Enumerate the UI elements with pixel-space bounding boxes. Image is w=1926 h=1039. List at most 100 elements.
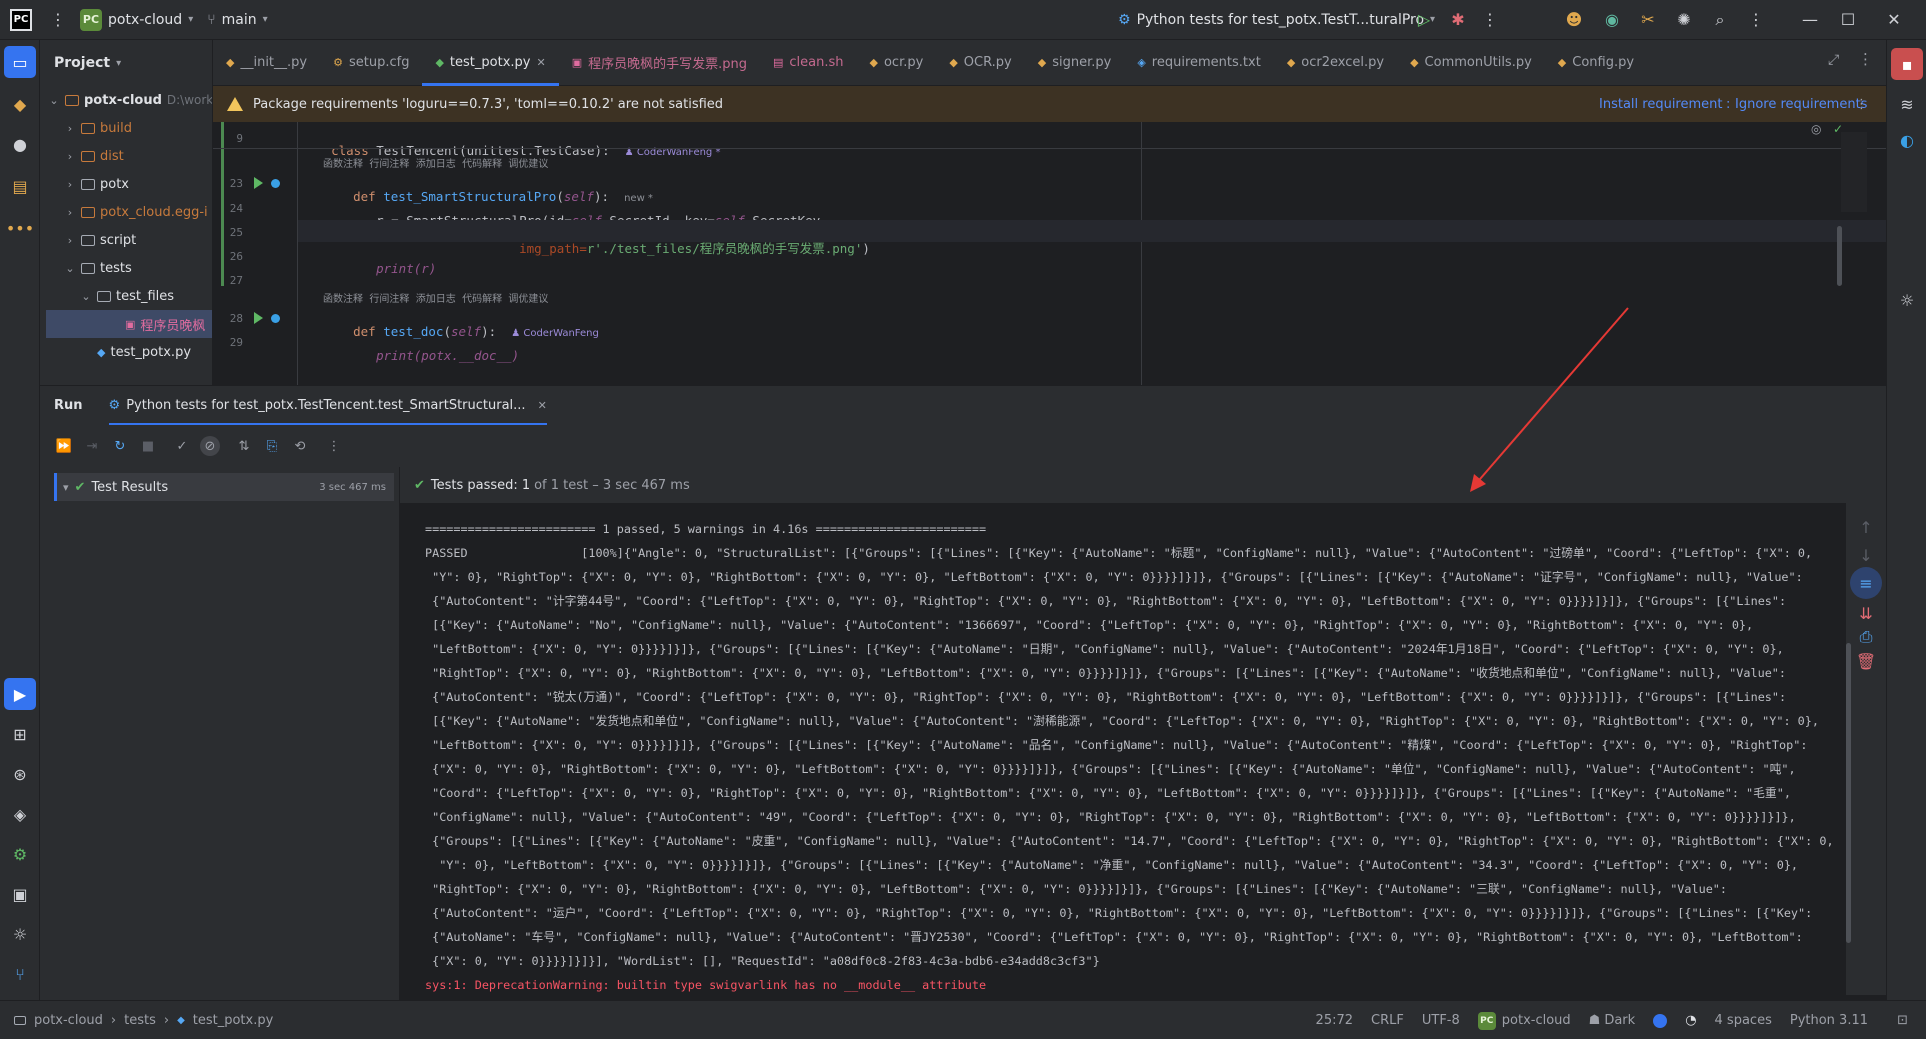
python-console-icon[interactable]: ⊛ <box>4 758 36 790</box>
test-results-row[interactable]: ▾ ✔ Test Results 3 sec 467 ms <box>54 473 394 501</box>
console-output[interactable]: ======================== 1 passed, 5 war… <box>400 503 1846 995</box>
import-tests-icon[interactable]: ⎘ <box>262 436 282 456</box>
line-separator[interactable]: CRLF <box>1371 1013 1404 1028</box>
file-encoding[interactable]: UTF-8 <box>1422 1013 1460 1028</box>
code-editor[interactable]: 9 23 24 25 26 27 28 29 ✹ class TestTence… <box>213 122 1886 385</box>
editor-tab[interactable]: ▣ 程序员晚枫的手写发票.png <box>559 40 760 86</box>
commit-icon[interactable]: ◆ <box>4 88 36 120</box>
project-tool-icon[interactable]: ▭ <box>4 46 36 78</box>
rerun-all-icon[interactable]: ⏩ <box>54 436 74 456</box>
python-version[interactable]: Python 3.11 <box>1790 1013 1868 1028</box>
run-tool-icon[interactable]: ▶ <box>4 678 36 710</box>
project-tree-item[interactable]: ⌄ tests <box>64 254 131 282</box>
breadcrumb-item[interactable]: potx-cloud <box>34 1013 103 1028</box>
sort-icon[interactable]: ⇅ <box>234 436 254 456</box>
indent-setting[interactable]: 4 spaces <box>1715 1013 1772 1028</box>
debug-icon[interactable]: ✱ <box>1444 6 1472 34</box>
ai-assistant-icon[interactable]: ◉ <box>1598 6 1626 34</box>
ai-hints[interactable]: 函数注释 行间注释 添加日志 代码解释 调优建议 <box>323 290 548 305</box>
chevron-right-icon[interactable]: › <box>64 234 76 247</box>
project-tree-item[interactable]: › build <box>64 114 132 142</box>
breadcrumb-item[interactable]: test_potx.py <box>193 1013 274 1028</box>
problems-icon[interactable]: ☼ <box>4 918 36 950</box>
git-icon[interactable]: ⑂ <box>4 958 36 990</box>
project-panel-header[interactable]: Project ▾ <box>40 40 212 86</box>
editor-tab[interactable]: ◆ ocr2excel.py <box>1274 40 1397 86</box>
project-tree-item[interactable]: ◆ test_potx.py <box>80 338 191 366</box>
terminal-icon[interactable]: ▣ <box>4 878 36 910</box>
clear-console-icon[interactable]: 🗑 <box>1850 645 1882 677</box>
close-icon[interactable]: ✕ <box>1880 6 1908 34</box>
code-with-me-icon[interactable]: ☻ <box>1560 6 1588 34</box>
editor-tab[interactable]: ◆ signer.py <box>1025 40 1125 86</box>
plugin-icon[interactable]: ✺ <box>1670 6 1698 34</box>
editor-tab[interactable]: ▤ clean.sh <box>760 40 857 86</box>
ai-hints[interactable]: 函数注释 行间注释 添加日志 代码解释 调优建议 <box>323 155 548 170</box>
project-tree-item[interactable]: ⌄ potx-cloud D:\work <box>48 86 212 114</box>
structure-icon[interactable]: ▤ <box>4 170 36 202</box>
chevron-right-icon[interactable]: › <box>64 122 76 135</box>
soft-wrap-icon[interactable]: ≡ <box>1850 567 1882 599</box>
more-actions-icon[interactable]: ⋮ <box>1476 6 1504 34</box>
database-icon[interactable]: ≋ <box>1891 88 1923 120</box>
more-tools-icon[interactable]: ••• <box>4 212 36 244</box>
readonly-eye-icon[interactable]: ◎ <box>1811 122 1821 136</box>
status-circle-icon[interactable] <box>1653 1013 1668 1028</box>
build-tools-icon[interactable]: ✂ <box>1634 6 1662 34</box>
stop-icon[interactable]: ■ <box>138 436 158 456</box>
chevron-down-icon[interactable]: ▾ <box>63 481 69 494</box>
services-icon[interactable]: ⚙ <box>4 838 36 870</box>
run-icon[interactable]: ▷ <box>1410 6 1438 34</box>
editor-tab[interactable]: ◆ test_potx.py ✕ <box>422 40 559 86</box>
chevron-right-icon[interactable]: › <box>64 178 76 191</box>
editor-tab[interactable]: ◆ CommonUtils.py <box>1397 40 1545 86</box>
settings-menu-icon[interactable]: ⋮ <box>1742 6 1770 34</box>
pycharm-logo-icon[interactable]: PC <box>10 8 32 31</box>
run-config-widget[interactable]: ⚙ Python tests for test_potx.TestT...tur… <box>1118 12 1435 28</box>
rerun-icon[interactable]: ↻ <box>110 436 130 456</box>
sciview-icon[interactable]: ☼ <box>1891 284 1923 316</box>
layers-icon[interactable]: ◈ <box>4 798 36 830</box>
run-test-gutter-icon[interactable] <box>254 177 263 189</box>
editor-tab[interactable]: ◆ Config.py <box>1545 40 1647 86</box>
notifications-icon[interactable]: ▪ <box>1891 48 1923 80</box>
project-tree-item[interactable]: › script <box>64 226 136 254</box>
editor-tab[interactable]: ◈ requirements.txt <box>1124 40 1273 86</box>
run-test-gutter-icon[interactable] <box>254 312 263 324</box>
lock-icon[interactable]: ⊡ <box>1897 1013 1908 1028</box>
caret-position[interactable]: 25:72 <box>1316 1013 1353 1028</box>
chevron-right-icon[interactable]: › <box>64 150 76 163</box>
chevron-down-icon[interactable]: ⌄ <box>48 94 60 107</box>
breadcrumb-item[interactable]: tests <box>124 1013 156 1028</box>
interpreter-widget[interactable]: PC potx-cloud <box>1477 1011 1571 1030</box>
github-icon[interactable]: ● <box>4 128 36 160</box>
maximize-editor-icon[interactable]: ⤢ <box>1828 52 1839 68</box>
sync-icon[interactable]: ◔ <box>1685 1013 1696 1028</box>
editor-tab[interactable]: ⚙ setup.cfg <box>320 40 422 86</box>
editor-scrollbar[interactable] <box>1837 226 1842 286</box>
chevron-down-icon[interactable]: ⌄ <box>80 290 92 303</box>
console-scrollbar[interactable] <box>1846 643 1851 943</box>
project-tree-item[interactable]: ⌄ test_files <box>80 282 174 310</box>
main-menu-icon[interactable]: ⋮ <box>44 6 72 34</box>
run-panel-title[interactable]: Run <box>54 398 83 413</box>
ignore-requirements-link[interactable]: Ignore requirements <box>1735 97 1867 112</box>
excel-icon[interactable]: ⊞ <box>4 718 36 750</box>
show-ignored-icon[interactable]: ⊘ <box>200 436 220 456</box>
banner-more-icon[interactable]: ⋮ <box>1855 97 1868 112</box>
tab-more-icon[interactable]: ⋮ <box>1858 50 1873 68</box>
chevron-right-icon[interactable]: › <box>64 206 76 219</box>
run-more-icon[interactable]: ⋮ <box>324 436 344 456</box>
close-tab-icon[interactable]: ✕ <box>538 399 547 412</box>
editor-tab[interactable]: ◆ OCR.py <box>936 40 1024 86</box>
edge-browser-icon[interactable]: ◐ <box>1891 124 1923 156</box>
editor-tab[interactable]: ◆ __init__.py <box>213 40 320 86</box>
project-tree-item[interactable]: ▣ 程序员晚枫 <box>46 310 212 338</box>
search-icon[interactable]: ⌕ <box>1706 6 1734 34</box>
project-tree-item[interactable]: › potx_cloud.egg-i <box>64 198 208 226</box>
branch-widget[interactable]: ⑂ main ▾ <box>207 12 267 28</box>
editor-tab[interactable]: ◆ ocr.py <box>857 40 937 86</box>
close-tab-icon[interactable]: ✕ <box>536 56 545 69</box>
project-widget[interactable]: PC potx-cloud ▾ <box>80 8 193 31</box>
project-tree-item[interactable]: › dist <box>64 142 124 170</box>
